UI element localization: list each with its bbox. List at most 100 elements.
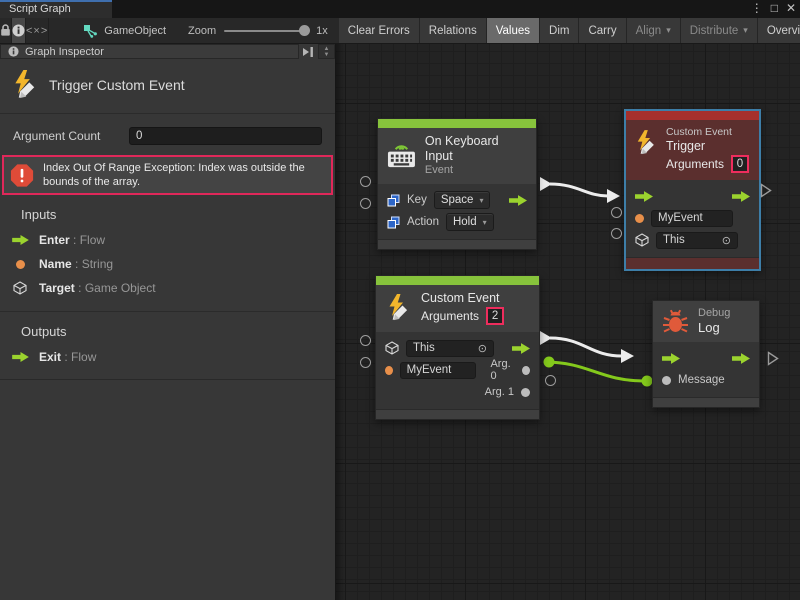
lock-button[interactable] [0,18,12,43]
arg1-label: Arg. 1 [485,386,514,398]
relations-button[interactable]: Relations [420,18,487,43]
panel-scroll-buttons[interactable]: ▲ ▼ [318,44,335,59]
align-dropdown[interactable]: Align ▾ [627,18,681,43]
string-input-port[interactable] [385,366,393,375]
input-row-target: Target : Game Object [0,276,335,300]
carry-button[interactable]: Carry [579,18,626,43]
arg0-output-port[interactable] [522,366,530,375]
graph-inspector-header: Graph Inspector [0,44,299,59]
custom-event-icon [385,294,412,322]
error-banner: Index Out Of Range Exception: Index was … [2,155,333,195]
target-field[interactable]: This ⊙ [656,232,738,249]
zoom-slider[interactable] [224,30,308,32]
node-custom-event[interactable]: Custom Event Arguments 2 This ⊙ [375,275,540,420]
node-category: Custom Event [666,126,749,139]
panel-divider [0,379,335,380]
flow-port-icon [12,235,29,245]
node-category: Debug [698,307,730,320]
inspector-toggle-button[interactable] [12,18,26,43]
port-ring[interactable] [360,198,371,209]
arguments-value-error[interactable]: 2 [486,307,504,325]
flow-output-port[interactable] [732,191,750,202]
object-picker-icon[interactable]: ⊙ [478,342,487,355]
node-header[interactable]: Custom Event Trigger Arguments 0 [626,120,759,180]
dock-panel-button[interactable] [299,44,318,59]
overview-button[interactable]: Overview [758,18,800,43]
node-title: On Keyboard Input [425,134,526,164]
node-on-keyboard-input[interactable]: On Keyboard Input Event Key Space ▾ [377,118,537,250]
window-menu-icon[interactable]: ⋮ [751,1,763,16]
string-input-port[interactable] [635,214,644,223]
argument-count-input[interactable]: 0 [129,127,322,145]
chevron-down-icon: ▾ [483,218,487,227]
port-ring[interactable] [611,228,622,239]
node-title: Log [698,320,730,335]
gameobject-context[interactable]: GameObject [83,18,166,43]
object-picker-icon[interactable]: ⊙ [722,234,731,247]
keycode-icon [387,216,400,229]
keyboard-icon [387,143,416,169]
zoom-value: 1x [316,25,328,37]
chevron-down-icon: ▾ [479,196,483,205]
window-maximize-icon[interactable]: □ [771,1,778,16]
port-ring[interactable] [611,207,622,218]
arguments-value-error[interactable]: 0 [731,155,749,173]
port-ring[interactable] [545,375,556,386]
run-order-triangle [760,183,772,198]
key-label: Key [407,194,427,206]
key-dropdown[interactable]: Space ▾ [434,191,491,209]
action-dropdown[interactable]: Hold ▾ [446,213,494,231]
flow-output-port[interactable] [512,343,530,354]
action-label: Action [407,216,439,228]
node-header[interactable]: On Keyboard Input Event [378,128,536,184]
dim-button[interactable]: Dim [540,18,579,43]
graph-canvas[interactable]: On Keyboard Input Event Key Space ▾ [336,44,800,600]
flow-output-port[interactable] [509,195,527,206]
distribute-label: Distribute [690,25,739,37]
node-header[interactable]: Custom Event Arguments 2 [376,285,539,332]
input-row-enter: Enter : Flow [0,228,335,252]
flow-input-port[interactable] [635,191,653,202]
window-close-icon[interactable]: ✕ [786,1,796,16]
inputs-heading: Inputs [0,195,335,228]
arg1-output-port[interactable] [521,388,530,397]
node-debug-log[interactable]: Debug Log Message [652,300,760,408]
tab-script-graph[interactable]: Script Graph [0,0,112,18]
info-icon [12,24,25,37]
node-footer [378,239,536,249]
node-footer [653,397,759,407]
error-node-bar [626,111,759,120]
wire-start-dot [544,357,555,368]
values-button[interactable]: Values [487,18,540,43]
port-ring[interactable] [360,335,371,346]
gameobject-cube-icon[interactable] [635,233,649,247]
arg0-label: Arg. 0 [490,358,515,382]
chevron-down-icon: ▾ [743,25,748,36]
wire-end-dot [642,376,653,387]
distribute-dropdown[interactable]: Distribute ▾ [681,18,758,43]
zoom-control: Zoom 1x [188,18,328,43]
zoom-slider-handle[interactable] [299,25,310,36]
graph-toolbar: <×> GameObject Zoom 1x Clear Errors Rela… [0,18,800,44]
clear-errors-button[interactable]: Clear Errors [339,18,420,43]
flow-input-port[interactable] [662,353,680,364]
gameobject-icon [83,24,98,38]
flow-output-port[interactable] [732,353,750,364]
message-input-port[interactable] [662,376,671,385]
scroll-down-icon: ▼ [324,52,330,58]
node-subtitle: Event [425,164,526,177]
port-ring[interactable] [360,357,371,368]
node-header[interactable]: Debug Log [653,301,759,342]
event-name-field[interactable]: MyEvent [400,362,477,379]
code-icon: <×> [26,25,48,37]
gameobject-cube-icon[interactable] [385,341,399,355]
code-view-button[interactable]: <×> [26,18,49,43]
target-field[interactable]: This ⊙ [406,340,494,357]
event-name-field[interactable]: MyEvent [651,210,733,227]
port-ring[interactable] [360,176,371,187]
node-trigger-custom-event[interactable]: Custom Event Trigger Arguments 0 [624,109,761,271]
key-value: Space [441,194,474,206]
message-label: Message [678,374,725,386]
graph-inspector-panel: Graph Inspector ▲ ▼ Trigger Custom Event… [0,44,336,600]
flow-port-icon [12,352,29,362]
